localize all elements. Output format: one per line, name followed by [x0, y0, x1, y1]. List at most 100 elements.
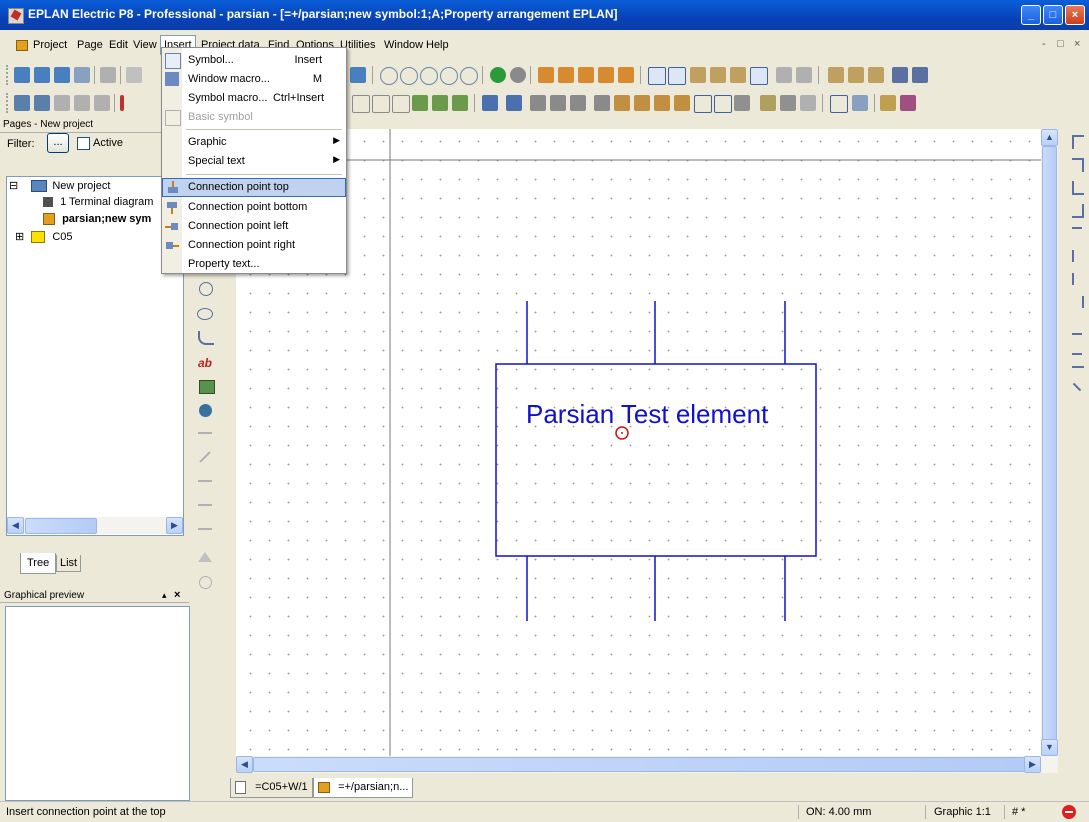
menu-item-symbol[interactable]: Symbol... Insert — [162, 51, 346, 70]
omega-icon[interactable] — [710, 67, 726, 83]
dimension-increment-icon[interactable] — [198, 528, 212, 538]
frame-icon[interactable] — [714, 95, 732, 113]
page-forward-icon[interactable] — [392, 95, 410, 113]
menu-edit[interactable]: Edit — [106, 36, 131, 54]
cross-icon[interactable] — [848, 67, 864, 83]
page-down-icon[interactable] — [432, 95, 448, 111]
new-project-icon[interactable] — [14, 67, 30, 83]
form-icon[interactable] — [760, 95, 776, 111]
dimension-chain-icon[interactable] — [198, 480, 212, 482]
horizontal-scroll-thumb[interactable] — [253, 757, 1025, 772]
tab-page-c05[interactable]: =C05+W/1 — [230, 778, 313, 798]
toolbar-grip[interactable] — [6, 65, 11, 85]
page-up-icon[interactable] — [412, 95, 428, 111]
image-tool-icon[interactable] — [199, 380, 215, 394]
eplan-app-icon[interactable] — [8, 8, 24, 24]
terminal-report-icon[interactable] — [530, 95, 546, 111]
page-properties-icon[interactable] — [34, 95, 50, 111]
tee-up-alt-icon[interactable] — [1072, 341, 1082, 355]
toolbar-grip[interactable] — [6, 93, 11, 113]
menu-page[interactable]: Page — [74, 36, 106, 54]
scale-status[interactable]: Graphic 1:1 — [934, 806, 991, 818]
corner-bottom-left-icon[interactable] — [1072, 181, 1084, 195]
tab-list[interactable]: List — [56, 555, 82, 572]
device-list-icon[interactable] — [614, 95, 630, 111]
tee-right-icon[interactable] — [1072, 250, 1084, 262]
snap-icon[interactable] — [668, 67, 686, 85]
plug-report-icon[interactable] — [570, 95, 586, 111]
cable-icon[interactable] — [598, 67, 614, 83]
page-jump-icon[interactable] — [452, 95, 468, 111]
tee-up-icon[interactable] — [1072, 321, 1082, 335]
copy-page-icon[interactable] — [372, 95, 390, 113]
cable-report-icon[interactable] — [550, 95, 566, 111]
menu-item-connection-point-left[interactable]: Connection point left — [162, 217, 346, 236]
connector-icon[interactable] — [618, 67, 634, 83]
device-icon[interactable] — [796, 67, 812, 83]
scroll-down-button[interactable]: ▼ — [1041, 739, 1058, 756]
parts-icon[interactable] — [750, 67, 768, 85]
corner-bottom-right-icon[interactable] — [1072, 204, 1084, 218]
hatch-icon[interactable] — [780, 95, 796, 111]
scroll-left-button[interactable]: ◀ — [236, 756, 253, 773]
minimize-button[interactable]: _ — [1021, 5, 1041, 25]
menu-item-special-text[interactable]: Special text ▶ — [162, 152, 346, 171]
close-button[interactable]: × — [1065, 5, 1085, 25]
view-icon[interactable] — [800, 95, 816, 111]
model-icon[interactable] — [852, 95, 868, 111]
angle-connection-icon[interactable] — [1072, 382, 1082, 392]
plc-icon[interactable] — [776, 67, 792, 83]
sort-icon[interactable] — [54, 95, 70, 111]
hyperlink-tool-icon[interactable] — [199, 404, 212, 417]
active-checkbox[interactable] — [77, 137, 90, 150]
menu-item-graphic[interactable]: Graphic ▶ — [162, 133, 346, 152]
print-icon[interactable] — [74, 67, 90, 83]
tee-right-alt-icon[interactable] — [1072, 273, 1084, 285]
tab-page-parsian[interactable]: =+/parsian;n... — [313, 778, 414, 798]
renumber-icon[interactable] — [74, 95, 90, 111]
symbol-body-rectangle[interactable] — [495, 363, 817, 557]
page-tree[interactable]: ⊟ New project 1 Terminal diagram parsian… — [6, 176, 184, 536]
corner-icon[interactable] — [892, 67, 908, 83]
ellipse-tool-icon[interactable] — [197, 308, 213, 320]
parts-list-icon[interactable] — [634, 95, 650, 111]
measure-icon[interactable] — [900, 95, 916, 111]
menu-item-connection-point-right[interactable]: Connection point right — [162, 236, 346, 255]
page-navigator-icon[interactable] — [14, 95, 30, 111]
close-project-icon[interactable] — [54, 67, 70, 83]
cut-icon[interactable] — [126, 67, 142, 83]
menu-project[interactable]: Project — [30, 36, 70, 54]
menu-item-connection-point-bottom[interactable]: Connection point bottom — [162, 198, 346, 217]
drawing-canvas[interactable]: Parsian Test element — [236, 129, 1042, 756]
maximize-button[interactable]: □ — [1043, 5, 1063, 25]
tree-horizontal-scrollbar[interactable]: ◀ ▶ — [7, 517, 183, 534]
scroll-right-button[interactable]: ▶ — [166, 517, 183, 534]
pin-icon[interactable] — [734, 95, 750, 111]
filter-button[interactable]: ... — [47, 133, 69, 153]
properties-icon[interactable] — [100, 67, 116, 83]
summary-icon[interactable] — [654, 95, 670, 111]
zoom-in-icon[interactable] — [420, 67, 438, 85]
tee-left-icon[interactable] — [1072, 296, 1084, 308]
radius-dimension-icon[interactable] — [199, 576, 212, 589]
symbol-text[interactable]: Parsian Test element — [526, 399, 768, 430]
overview-icon[interactable] — [594, 95, 610, 111]
canvas-horizontal-scrollbar[interactable]: ◀ ▶ — [236, 756, 1058, 773]
preview-pin-button[interactable]: ▴ — [162, 590, 167, 601]
list-report-icon[interactable] — [506, 95, 522, 111]
tree-expander[interactable]: ⊟ — [9, 180, 18, 192]
spline-tool-icon[interactable] — [198, 331, 214, 345]
corner-top-right-icon[interactable] — [1072, 158, 1084, 172]
dimension-aligned-icon[interactable] — [199, 451, 211, 463]
open-project-icon[interactable] — [34, 67, 50, 83]
tab-tree[interactable]: Tree — [20, 553, 57, 574]
scroll-thumb[interactable] — [25, 518, 97, 534]
plug-icon[interactable] — [578, 67, 594, 83]
layout-icon[interactable] — [830, 95, 848, 113]
tree-item-c05[interactable]: ⊞ C05 — [15, 230, 73, 244]
mdi-restore-button[interactable]: □ — [1057, 38, 1064, 50]
macro-icon[interactable] — [690, 67, 706, 83]
zoom-out-icon[interactable] — [440, 67, 458, 85]
tee-icon[interactable] — [912, 67, 928, 83]
terminal-icon[interactable] — [538, 67, 554, 83]
